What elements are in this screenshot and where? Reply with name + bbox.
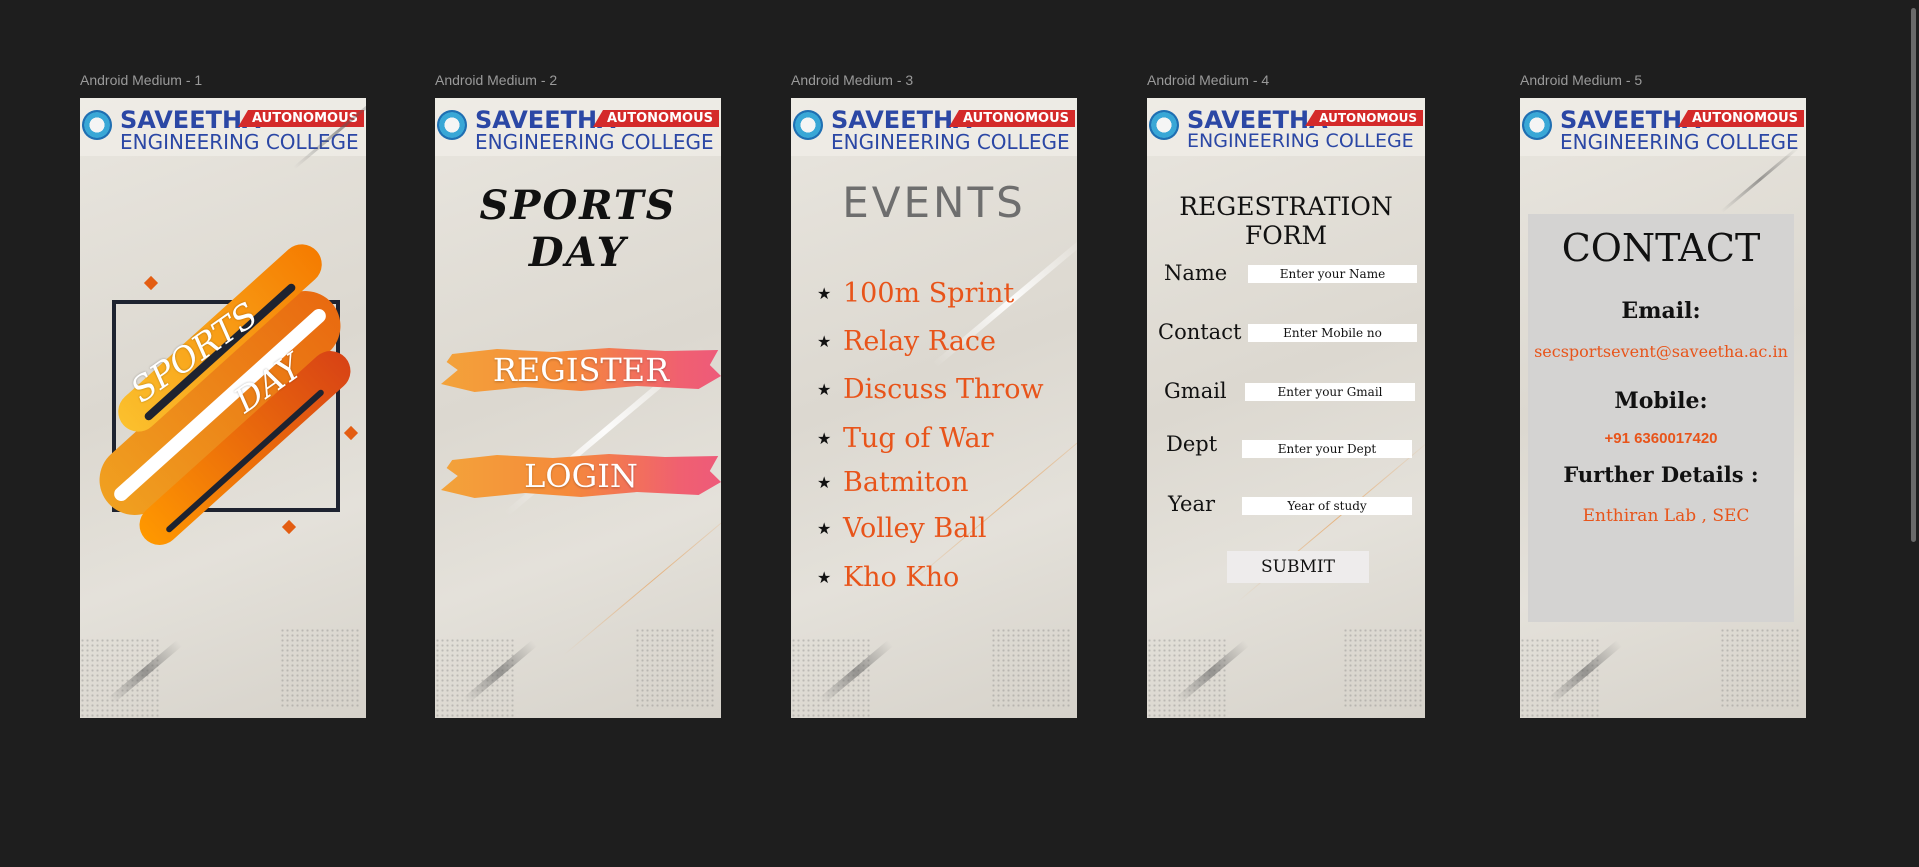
year-input[interactable] (1242, 497, 1412, 515)
autonomous-badge: AUTONOMOUS (593, 110, 719, 127)
star-icon: ★ (817, 333, 832, 351)
frame-contact[interactable]: SAVEETHA AUTONOMOUS ENGINEERING COLLEGE … (1520, 98, 1806, 718)
page-title: SPORTS DAY (479, 182, 677, 276)
dept-label: Dept (1166, 432, 1218, 456)
decor-dots (1147, 638, 1227, 718)
event-name: Batmiton (843, 467, 969, 498)
star-icon: ★ (817, 381, 832, 399)
frame-registration[interactable]: SAVEETHA AUTONOMOUS ENGINEERING COLLEGE … (1147, 98, 1425, 718)
gmail-input[interactable] (1245, 383, 1415, 401)
college-name-line2: ENGINEERING COLLEGE (1560, 130, 1799, 154)
page-title: EVENTS (842, 178, 1026, 227)
decor-dots (280, 628, 360, 708)
event-name: Relay Race (843, 326, 997, 357)
decor-dots (435, 638, 515, 718)
decor-dots (1520, 638, 1600, 718)
decor-dots (1720, 628, 1800, 708)
decor-streak (1720, 146, 1800, 213)
college-header: SAVEETHA AUTONOMOUS ENGINEERING COLLEGE (80, 98, 366, 156)
event-item[interactable]: ★ Batmiton (817, 467, 969, 498)
decor-diamond (343, 425, 359, 441)
event-item[interactable]: ★ Kho Kho (817, 562, 959, 593)
frame-events[interactable]: SAVEETHA AUTONOMOUS ENGINEERING COLLEGE … (791, 98, 1077, 718)
college-header: SAVEETHA AUTONOMOUS ENGINEERING COLLEGE (1520, 98, 1806, 156)
event-name: Discuss Throw (843, 374, 1044, 405)
event-name: 100m Sprint (843, 278, 1015, 309)
college-name-line2: ENGINEERING COLLEGE (831, 130, 1070, 154)
year-label: Year (1168, 492, 1216, 516)
contact-card: CONTACT Email: secsportsevent@saveetha.a… (1528, 214, 1794, 622)
frame-label-3[interactable]: Android Medium - 3 (791, 72, 913, 88)
email-label: Email: (1621, 298, 1701, 324)
college-emblem-icon (793, 110, 823, 140)
login-button[interactable]: LOGIN (441, 454, 721, 498)
college-name-line2: ENGINEERING COLLEGE (475, 130, 714, 154)
submit-button[interactable]: SUBMIT (1227, 551, 1369, 583)
details-label: Further Details : (1563, 462, 1759, 487)
frame-home[interactable]: SAVEETHA AUTONOMOUS ENGINEERING COLLEGE … (435, 98, 721, 718)
star-icon: ★ (817, 569, 832, 587)
dept-input[interactable] (1242, 440, 1412, 458)
mobile-label: Mobile: (1614, 388, 1708, 414)
autonomous-badge: AUTONOMOUS (1305, 110, 1423, 126)
name-input[interactable] (1248, 265, 1417, 283)
star-icon: ★ (817, 430, 832, 448)
event-item[interactable]: ★ Tug of War (817, 423, 994, 454)
decor-diamond (143, 275, 159, 291)
decor-dots (635, 628, 715, 708)
college-header: SAVEETHA AUTONOMOUS ENGINEERING COLLEGE (1147, 98, 1425, 156)
autonomous-badge: AUTONOMOUS (949, 110, 1075, 127)
decor-dots (1343, 628, 1423, 708)
details-value: Enthiran Lab , SEC (1582, 506, 1750, 526)
decor-dots (791, 638, 871, 718)
college-emblem-icon (82, 110, 112, 140)
college-header: SAVEETHA AUTONOMOUS ENGINEERING COLLEGE (791, 98, 1077, 156)
email-link[interactable]: secsportsevent@saveetha.ac.in (1522, 342, 1800, 361)
star-icon: ★ (817, 520, 832, 538)
college-emblem-icon (1149, 110, 1179, 140)
autonomous-badge: AUTONOMOUS (1678, 110, 1804, 127)
event-name: Tug of War (843, 423, 994, 454)
form-title: REGESTRATION FORM (1179, 192, 1393, 250)
frame-splash[interactable]: SAVEETHA AUTONOMOUS ENGINEERING COLLEGE … (80, 98, 366, 718)
register-button[interactable]: REGISTER (441, 348, 721, 392)
frame-label-1[interactable]: Android Medium - 1 (80, 72, 202, 88)
decor-dots (80, 638, 160, 718)
college-header: SAVEETHA AUTONOMOUS ENGINEERING COLLEGE (435, 98, 721, 156)
frame-label-2[interactable]: Android Medium - 2 (435, 72, 557, 88)
mobile-number[interactable]: +91 6360017420 (1528, 430, 1794, 447)
college-emblem-icon (1522, 110, 1552, 140)
event-name: Volley Ball (843, 513, 987, 544)
frame-label-4[interactable]: Android Medium - 4 (1147, 72, 1269, 88)
gmail-label: Gmail (1164, 379, 1227, 403)
name-label: Name (1164, 261, 1228, 285)
college-emblem-icon (437, 110, 467, 140)
frame-label-5[interactable]: Android Medium - 5 (1520, 72, 1642, 88)
canvas-scrollbar[interactable] (1911, 8, 1916, 542)
decor-dots (991, 628, 1071, 708)
event-name: Kho Kho (843, 562, 960, 593)
event-item[interactable]: ★ Relay Race (817, 326, 996, 357)
event-item[interactable]: ★ Volley Ball (817, 513, 987, 544)
star-icon: ★ (817, 285, 832, 303)
college-name-line2: ENGINEERING COLLEGE (1187, 130, 1414, 152)
contact-title: CONTACT (1561, 226, 1761, 270)
event-item[interactable]: ★ 100m Sprint (817, 278, 1014, 309)
decor-diamond (281, 519, 297, 535)
contact-input[interactable] (1248, 324, 1417, 342)
contact-label: Contact (1158, 320, 1242, 344)
event-item[interactable]: ★ Discuss Throw (817, 374, 1044, 405)
star-icon: ★ (817, 474, 832, 492)
